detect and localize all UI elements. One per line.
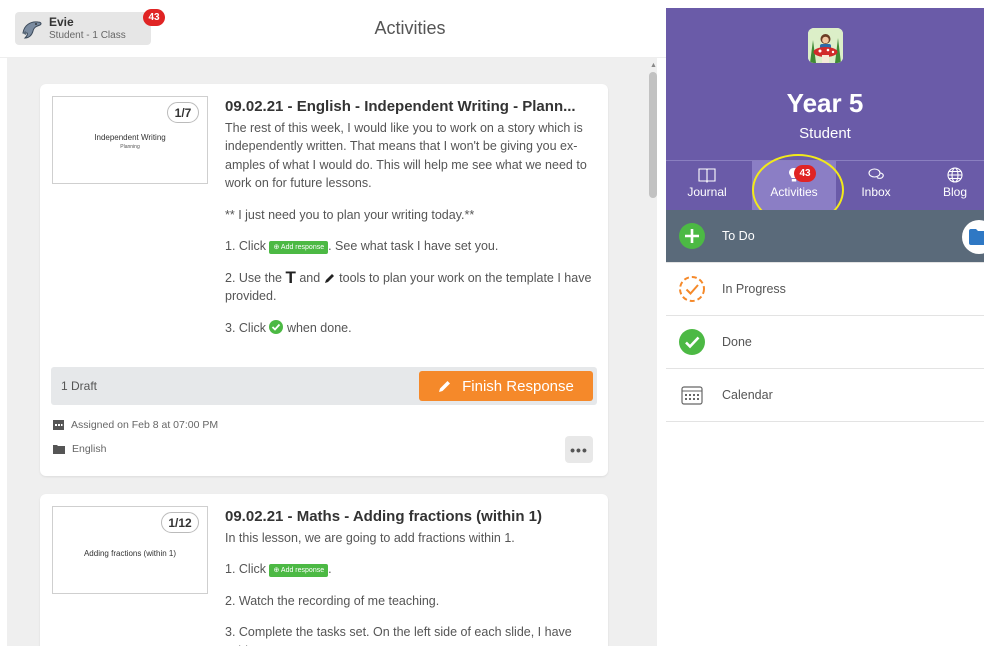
folder-icon — [969, 229, 984, 245]
thumbnail-subtitle: Planning — [120, 144, 140, 150]
calendar-icon — [678, 381, 706, 409]
step-text: 3. Click — [225, 320, 266, 335]
menu-label: Done — [722, 335, 752, 349]
activity-card: 1/7 Independent Writing Planning 09.02.2… — [40, 84, 608, 476]
folder-name[interactable]: English — [72, 443, 106, 455]
activities-badge: 43 — [794, 165, 816, 182]
folder-button[interactable] — [962, 220, 984, 254]
menu-label: In Progress — [722, 282, 786, 296]
draft-count[interactable]: 1 Draft — [61, 379, 97, 393]
tab-blog[interactable]: Blog — [926, 161, 984, 211]
user-name: Evie — [49, 14, 74, 29]
activity-card: 1/12 Adding fractions (within 1) 09.02.2… — [40, 494, 608, 646]
user-role: Student - 1 Class — [49, 29, 126, 41]
check-icon — [269, 319, 284, 334]
pen-tool-icon — [324, 271, 336, 283]
activity-thumbnail[interactable]: 1/7 Independent Writing Planning — [52, 96, 208, 184]
activity-paragraph: ** I just need you to plan your writing … — [225, 207, 475, 222]
assigned-date-row: Assigned on Feb 8 at 07:00 PM — [53, 419, 218, 431]
plus-circle-icon — [678, 222, 706, 250]
class-profile: Year 5 Student — [666, 8, 984, 160]
menu-item-done[interactable]: Done — [666, 316, 984, 369]
activity-body: 09.02.21 - English - Independent Writing… — [225, 98, 597, 350]
page-title: Activities — [374, 18, 446, 38]
dolphin-icon — [15, 12, 49, 45]
calendar-icon — [53, 420, 64, 430]
menu-item-in-progress[interactable]: In Progress — [666, 263, 984, 316]
activity-step-1: 1. Click ⊕ Add response. — [225, 560, 597, 579]
activity-step-3: 3. Click when done. — [225, 319, 597, 338]
step-text: 1. Click — [225, 562, 266, 576]
app: Evie Student - 1 Class 43 Activities 1/7… — [0, 0, 984, 646]
thumbnail-title: Independent Writing — [94, 133, 166, 142]
class-avatar — [808, 28, 843, 63]
menu-label: To Do — [722, 229, 755, 243]
menu-label: Calendar — [722, 388, 773, 402]
step-text: and — [299, 270, 321, 285]
step-text: 2. Use the — [225, 270, 282, 285]
notification-badge: 43 — [143, 9, 165, 26]
chat-icon — [868, 168, 884, 179]
activity-thumbnail[interactable]: 1/12 Adding fractions (within 1) — [52, 506, 208, 594]
activity-step-2: 2. Watch the recording of me teaching. — [225, 593, 440, 608]
page-counter: 1/7 — [167, 102, 199, 123]
assigned-date: Assigned on Feb 8 at 07:00 PM — [71, 419, 219, 431]
activity-step-2: 2. Use the T and tools to plan your work… — [225, 267, 597, 306]
finish-response-button[interactable]: Finish Response — [419, 371, 593, 401]
activity-title[interactable]: 09.02.21 - English - Independent Writing… — [225, 98, 597, 117]
scrollbar-thumb[interactable] — [649, 72, 657, 198]
add-response-label: Add response — [280, 567, 325, 574]
class-sidebar: Year 5 Student Journal Activities 43 Inb… — [666, 8, 984, 646]
book-icon — [698, 168, 716, 183]
activity-feed[interactable]: 1/7 Independent Writing Planning 09.02.2… — [7, 58, 657, 646]
finish-response-label: Finish Response — [462, 377, 574, 395]
tab-inbox[interactable]: Inbox — [846, 161, 906, 211]
folder-row: English — [53, 443, 106, 455]
user-switcher[interactable]: Evie Student - 1 Class 43 — [15, 9, 165, 45]
tab-label: Blog — [942, 185, 968, 199]
step-text: . See what task I have set you. — [328, 239, 499, 253]
page-counter: 1/12 — [161, 512, 199, 533]
add-response-chip: ⊕ Add response — [269, 241, 329, 254]
scroll-up-arrow-icon[interactable]: ▲ — [650, 62, 657, 69]
add-response-chip: ⊕ Add response — [269, 564, 329, 577]
sidebar-tabs: Journal Activities 43 Inbox Blog — [666, 160, 984, 211]
activity-filter-menu: To Do In Progress Done Calendar — [666, 210, 984, 422]
menu-item-calendar[interactable]: Calendar — [666, 369, 984, 422]
activity-step-3: 3. Complete the tasks set. On the left s… — [225, 625, 572, 646]
tab-activities[interactable]: Activities 43 — [752, 161, 836, 211]
check-circle-icon — [678, 328, 706, 356]
more-options-button[interactable]: ••• — [565, 436, 593, 463]
activity-title[interactable]: 09.02.21 - Maths - Adding fractions (wit… — [225, 508, 597, 527]
scrollbar[interactable]: ▲ — [648, 62, 657, 646]
activity-paragraph: The rest of this week, I would like you … — [225, 120, 587, 191]
step-text: . — [328, 562, 332, 576]
step-text: 1. Click — [225, 239, 266, 253]
class-name: Year 5 — [786, 88, 864, 118]
class-role: Student — [799, 125, 851, 142]
tab-label: Activities — [770, 185, 818, 199]
globe-icon — [947, 167, 963, 183]
activity-paragraph: In this lesson, we are going to add frac… — [225, 530, 515, 545]
tab-label: Inbox — [861, 185, 891, 199]
tab-label: Journal — [687, 185, 727, 199]
draft-bar: 1 Draft Finish Response — [51, 367, 597, 405]
progress-icon — [678, 275, 706, 303]
activity-body: 09.02.21 - Maths - Adding fractions (wit… — [225, 508, 597, 646]
tab-journal[interactable]: Journal — [680, 161, 734, 211]
menu-item-to-do[interactable]: To Do — [666, 210, 984, 263]
thumbnail-title: Adding fractions (within 1) — [83, 549, 177, 558]
top-bar: Evie Student - 1 Class 43 Activities — [0, 0, 666, 58]
add-response-label: Add response — [280, 244, 325, 251]
step-text: when done. — [286, 320, 352, 335]
folder-icon — [53, 445, 65, 454]
pencil-icon — [439, 381, 451, 392]
activity-step-1: 1. Click ⊕ Add response. See what task I… — [225, 237, 597, 256]
text-tool-icon: T — [285, 267, 296, 287]
